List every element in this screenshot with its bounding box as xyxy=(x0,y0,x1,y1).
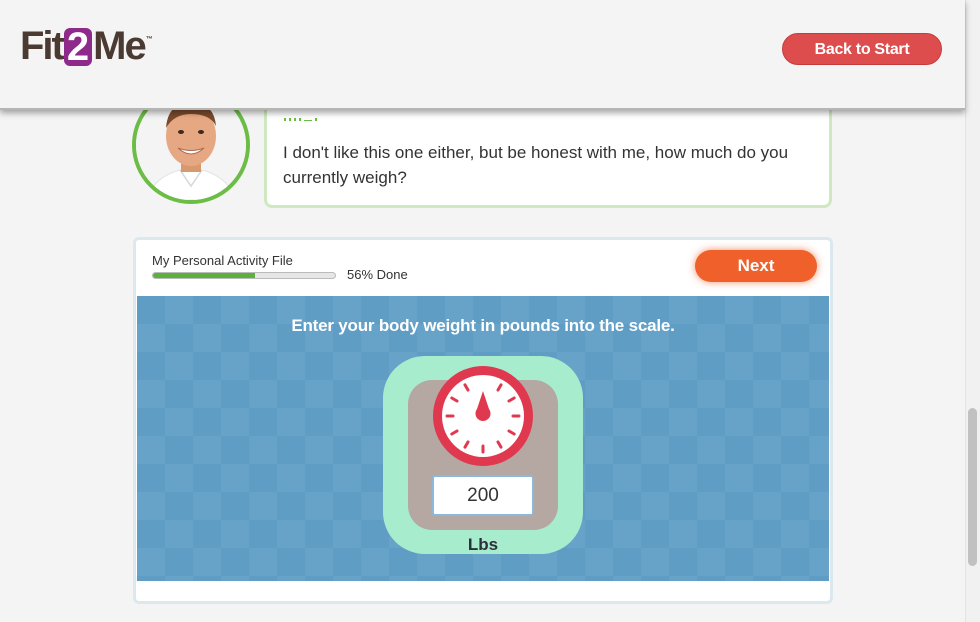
weight-input[interactable] xyxy=(432,475,534,516)
clipped-heading-icon xyxy=(284,118,317,121)
logo-text-two: 2 xyxy=(63,27,93,67)
scale-instruction: Enter your body weight in pounds into th… xyxy=(291,316,675,335)
progress-bar xyxy=(152,272,336,279)
logo-text-me: Me xyxy=(93,24,147,68)
next-button[interactable]: Next xyxy=(695,250,817,282)
progress-text: 56% Done xyxy=(347,267,408,282)
logo-trademark: ™ xyxy=(145,36,153,43)
unit-label: Lbs xyxy=(467,535,499,554)
clipped-heading-fragment xyxy=(284,113,318,121)
logo-text-fit: Fit xyxy=(20,24,65,68)
coach-message: I don't like this one either, but be hon… xyxy=(283,143,789,187)
progress-bar-fill xyxy=(153,273,255,278)
scale-dial-icon xyxy=(433,366,533,466)
scale-dial xyxy=(432,365,534,467)
fit2me-logo[interactable]: Fit 2 Me ™ xyxy=(20,24,153,68)
site-header: Fit 2 Me ™ Back to Start xyxy=(0,0,965,110)
back-to-start-button[interactable]: Back to Start xyxy=(782,33,942,65)
page-scrollbar-thumb[interactable] xyxy=(968,408,977,566)
activity-file-label: My Personal Activity File xyxy=(152,253,293,268)
